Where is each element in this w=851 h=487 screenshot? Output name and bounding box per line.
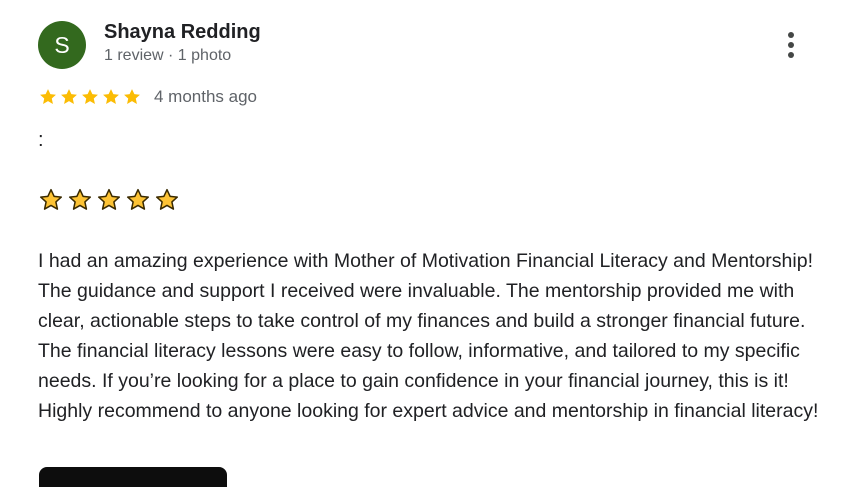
more-vert-icon bbox=[788, 32, 794, 58]
review-text: I had an amazing experience with Mother … bbox=[38, 250, 819, 422]
star-rating bbox=[38, 87, 142, 107]
star-icon bbox=[82, 89, 98, 104]
emoji-stars: ⭐⭐⭐⭐⭐ bbox=[38, 187, 180, 213]
star-icon bbox=[103, 89, 119, 104]
review-photo[interactable] bbox=[39, 467, 227, 487]
star-emoji-icon bbox=[39, 188, 63, 210]
reviewer-name[interactable]: Shayna Redding bbox=[104, 21, 261, 44]
star-emoji-icon bbox=[68, 188, 92, 210]
star-icon bbox=[40, 89, 56, 104]
reviewer-meta[interactable]: 1 review · 1 photo bbox=[104, 47, 231, 65]
star-icon bbox=[61, 89, 77, 104]
avatar[interactable]: S bbox=[38, 21, 86, 69]
star-emoji-icon bbox=[97, 188, 121, 210]
star-icon bbox=[124, 89, 140, 104]
avatar-letter: S bbox=[54, 31, 70, 58]
rating-row: 4 months ago bbox=[38, 86, 257, 108]
more-options-button[interactable] bbox=[776, 28, 806, 62]
review-heading-text: : bbox=[38, 129, 44, 151]
review-age: 4 months ago bbox=[154, 87, 258, 106]
star-emoji-icon bbox=[155, 188, 179, 210]
star-emoji-icon bbox=[126, 188, 150, 210]
